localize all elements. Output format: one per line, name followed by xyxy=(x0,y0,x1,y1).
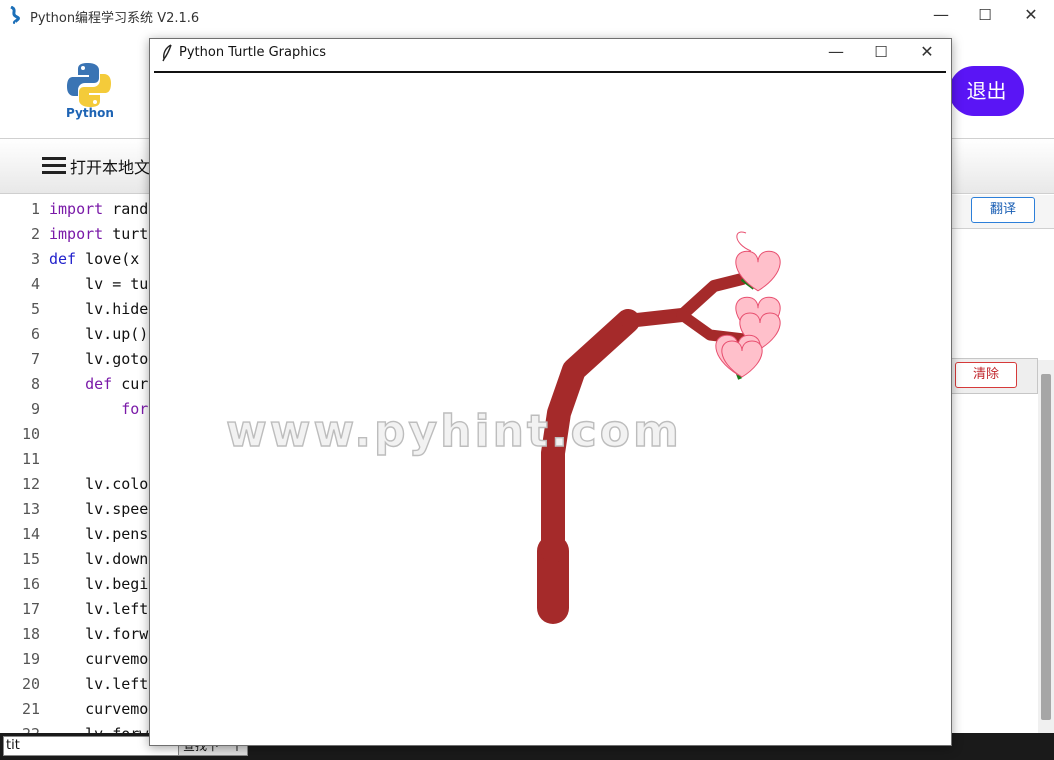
turtle-maximize-button[interactable]: ☐ xyxy=(858,37,904,67)
code-text: turt xyxy=(103,225,149,243)
code-text: cur xyxy=(112,375,149,393)
code-keyword: import xyxy=(49,225,104,243)
window-title: Python编程学习系统 V2.1.6 xyxy=(30,11,200,26)
code-text: lv.pens xyxy=(49,525,149,543)
code-line: def cur xyxy=(49,375,148,393)
branch-upper xyxy=(676,273,748,321)
main-titlebar: Python编程学习系统 V2.1.6 — ☐ ✕ xyxy=(0,0,1054,30)
line-number: 4 xyxy=(30,275,40,293)
line-number: 21 xyxy=(21,700,40,718)
code-keyword: import xyxy=(49,200,104,218)
code-line: for xyxy=(49,400,148,418)
code-line: lv = tu xyxy=(49,275,148,293)
code-line: lv.goto xyxy=(49,350,148,368)
code-keyword: for xyxy=(49,400,149,418)
code-line: lv.forw xyxy=(49,625,148,643)
turtle-minimize-button[interactable]: — xyxy=(813,37,859,67)
code-line: lv.begi xyxy=(49,575,148,593)
branch xyxy=(621,308,689,328)
app-icon xyxy=(10,6,20,24)
line-number: 20 xyxy=(21,675,40,693)
tendril xyxy=(736,231,752,252)
line-number: 3 xyxy=(30,250,40,268)
line-number: 7 xyxy=(30,350,40,368)
code-text: lv.colo xyxy=(49,475,149,493)
line-number: 10 xyxy=(21,425,40,443)
line-number: 16 xyxy=(21,575,40,593)
code-line: import rand xyxy=(49,200,148,218)
code-text: curvemo xyxy=(49,700,149,718)
line-number: 18 xyxy=(21,625,40,643)
code-text: lv.down xyxy=(49,550,149,568)
code-text: curvemo xyxy=(49,650,149,668)
line-number: 19 xyxy=(21,650,40,668)
line-number: 6 xyxy=(30,325,40,343)
python-logo-icon xyxy=(67,63,111,107)
line-number: 1 xyxy=(30,200,40,218)
code-line: lv.colo xyxy=(49,475,148,493)
code-text: lv.left xyxy=(49,675,149,693)
minimize-button[interactable]: — xyxy=(918,0,964,30)
scrollbar-thumb[interactable] xyxy=(1041,374,1051,720)
code-line: lv.spee xyxy=(49,500,148,518)
line-number: 2 xyxy=(30,225,40,243)
code-text: lv.hide xyxy=(49,300,149,318)
code-text: lv.up() xyxy=(49,325,149,343)
line-number: 8 xyxy=(30,375,40,393)
line-number: 5 xyxy=(30,300,40,318)
line-number: 15 xyxy=(21,550,40,568)
code-line: lv.left xyxy=(49,675,148,693)
line-number: 17 xyxy=(21,600,40,618)
turtle-close-button[interactable]: ✕ xyxy=(904,37,950,67)
branch-lower xyxy=(676,309,750,345)
code-keyword: def xyxy=(49,375,113,393)
code-line: curvemo xyxy=(49,650,148,668)
line-number: 13 xyxy=(21,500,40,518)
line-number: 14 xyxy=(21,525,40,543)
line-number: 12 xyxy=(21,475,40,493)
python-logo-text: Python xyxy=(66,106,114,120)
exit-button[interactable]: 退出 xyxy=(949,66,1024,116)
code-line: lv.hide xyxy=(49,300,148,318)
turtle-canvas: www.pyhint.com xyxy=(154,71,946,741)
line-number: 9 xyxy=(30,400,40,418)
code-line: curvemo xyxy=(49,700,148,718)
code-line: import turt xyxy=(49,225,148,243)
menu-icon[interactable] xyxy=(42,157,66,175)
clear-button[interactable]: 清除 xyxy=(955,362,1017,388)
turtle-window-title: Python Turtle Graphics xyxy=(179,45,326,60)
code-text: love(x xyxy=(76,250,140,268)
code-line: def love(x xyxy=(49,250,139,268)
tree-drawing: www.pyhint.com xyxy=(225,231,781,624)
code-keyword: def xyxy=(49,250,77,268)
code-text: lv.spee xyxy=(49,500,149,518)
translate-button[interactable]: 翻译 xyxy=(971,197,1035,223)
code-line: lv.down xyxy=(49,550,148,568)
watermark: www.pyhint.com xyxy=(226,406,682,457)
hearts xyxy=(715,250,781,378)
close-button[interactable]: ✕ xyxy=(1008,0,1054,30)
code-editor[interactable]: 1 import rand 2 import turt 3 def love(x 4 lv … xyxy=(0,195,150,735)
maximize-button[interactable]: ☐ xyxy=(962,0,1008,30)
code-text: rand xyxy=(103,200,149,218)
line-number: 11 xyxy=(21,450,40,468)
code-line: lv.up() xyxy=(49,325,148,343)
code-text: lv.begi xyxy=(49,575,149,593)
code-text: lv.left xyxy=(49,600,149,618)
code-text: lv.goto xyxy=(49,350,149,368)
code-text: lv = tu xyxy=(49,275,149,293)
code-text: lv.forw xyxy=(49,625,149,643)
code-line: lv.pens xyxy=(49,525,148,543)
feather-icon xyxy=(162,44,172,62)
code-line: lv.left xyxy=(49,600,148,618)
